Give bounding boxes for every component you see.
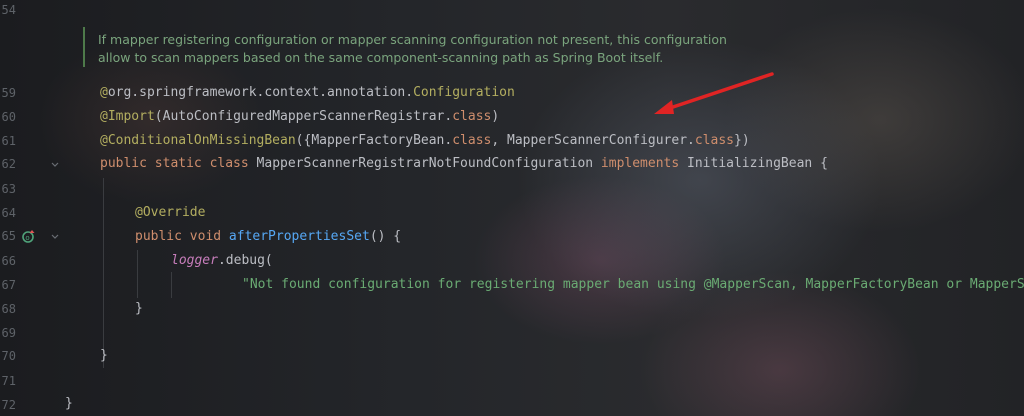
keyword: public static class — [100, 156, 257, 171]
code-text: .debug( — [217, 253, 273, 268]
keyword: public void — [135, 229, 229, 244]
package-path: org.springframework.context.annotation. — [107, 85, 414, 100]
string-literal: "Not found configuration for registering… — [242, 277, 1024, 292]
closing-brace: } — [135, 301, 143, 316]
code-line-70: } — [100, 346, 108, 366]
field-name: logger — [171, 253, 218, 268]
interface-name: InitializingBean { — [687, 156, 828, 171]
keyword: class — [452, 109, 492, 124]
keyword: implements — [600, 156, 688, 171]
code-text: ) — [491, 109, 500, 124]
code-text: , MapperScannerConfigurer. — [491, 133, 695, 148]
annotation-name: @Override — [135, 205, 206, 220]
code-line-65: public void afterPropertiesSet() { — [135, 227, 401, 247]
code-text: ({MapperFactoryBean. — [295, 133, 453, 148]
code-line-61: @ConditionalOnMissingBean({MapperFactory… — [100, 131, 750, 151]
code-editor[interactable]: 54 59 60 61 62 63 64 65 66 67 68 69 70 7… — [0, 0, 1024, 416]
red-arrow-icon — [654, 72, 774, 114]
code-line-72: } — [65, 394, 73, 414]
code-line-66: logger.debug( — [171, 251, 273, 271]
annotation-name: Configuration — [413, 85, 515, 100]
code-text: () { — [369, 229, 402, 244]
closing-brace: } — [100, 348, 108, 363]
annotation-name: @ConditionalOnMissingBean — [100, 133, 296, 148]
keyword: class — [694, 133, 734, 148]
closing-brace: } — [65, 396, 73, 411]
annotation-at: @ — [100, 85, 108, 100]
code-text: (AutoConfiguredMapperScannerRegistrar. — [154, 109, 453, 124]
method-name: afterPropertiesSet — [228, 229, 370, 244]
code-line-64: @Override — [135, 203, 205, 223]
code-area[interactable]: @org.springframework.context.annotation.… — [0, 0, 1024, 416]
code-line-60: @Import(AutoConfiguredMapperScannerRegis… — [100, 107, 499, 127]
class-name: MapperScannerRegistrarNotFoundConfigurat… — [256, 156, 601, 171]
code-line-59: @org.springframework.context.annotation.… — [100, 83, 515, 103]
code-line-67: "Not found configuration for registering… — [242, 275, 1024, 295]
code-text: }) — [734, 133, 750, 148]
keyword: class — [452, 133, 492, 148]
code-line-68: } — [135, 299, 143, 319]
annotation-name: @Import — [100, 109, 155, 124]
code-line-62: public static class MapperScannerRegistr… — [100, 154, 828, 174]
